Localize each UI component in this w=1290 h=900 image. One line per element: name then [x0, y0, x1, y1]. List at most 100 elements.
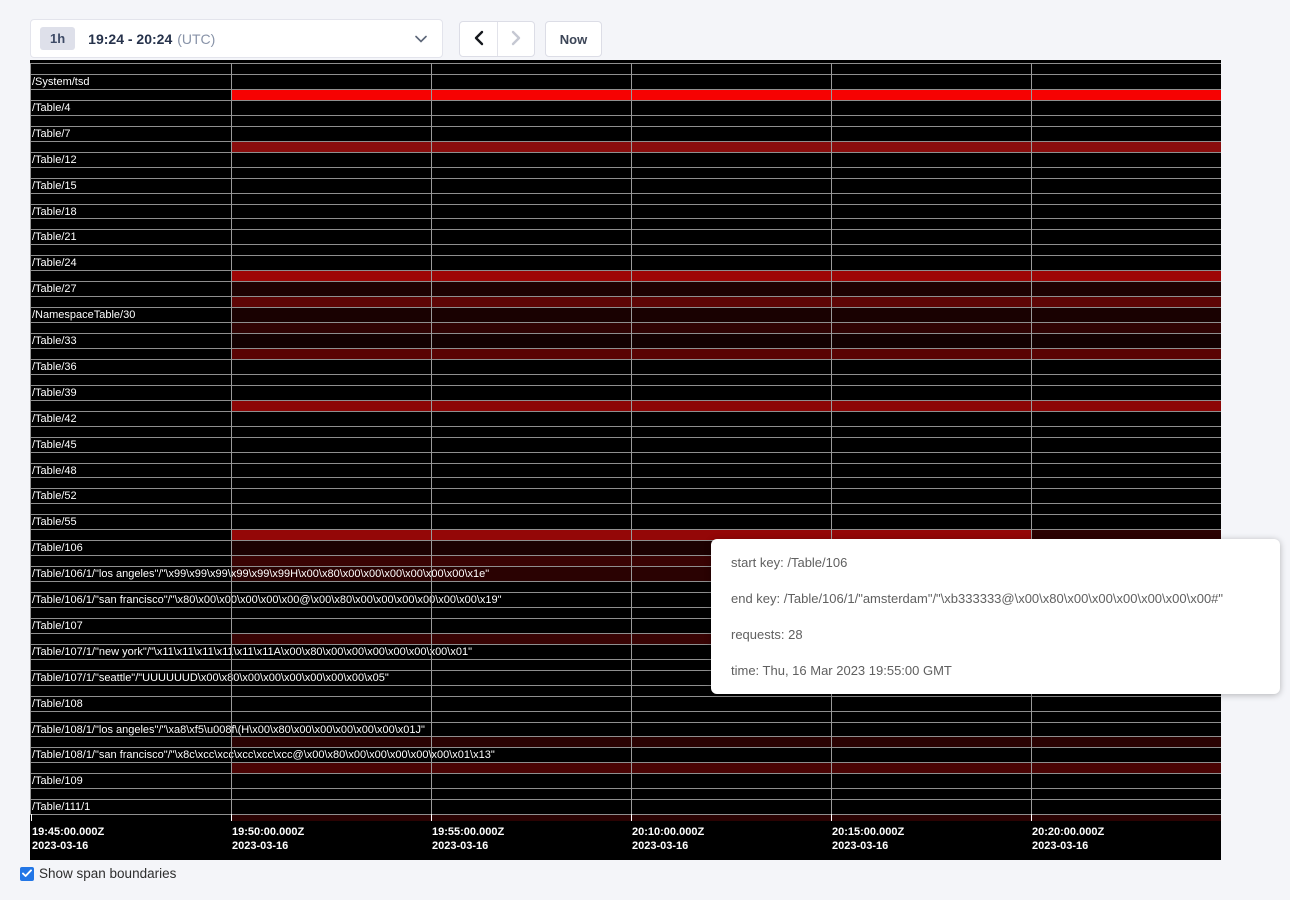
axis-tick-label: 20:15:00.000Z2023-03-16 — [832, 825, 904, 853]
row-label: /Table/12 — [32, 154, 77, 167]
heatmap-band[interactable] — [231, 815, 1221, 821]
span-boundary-line — [30, 178, 1221, 179]
span-boundary-line — [30, 359, 1221, 360]
span-boundary-line — [30, 204, 1221, 205]
row-label: /Table/108 — [32, 698, 83, 711]
span-boundary-line — [30, 477, 1221, 478]
span-boundary-line — [30, 488, 1221, 489]
span-boundary-line — [30, 463, 1221, 464]
time-gridline — [831, 63, 832, 814]
row-label: /Table/111/1 — [32, 801, 90, 814]
axis-tick-label: 20:10:00.000Z2023-03-16 — [632, 825, 704, 853]
axis-tick-label: 19:55:00.000Z2023-03-16 — [432, 825, 504, 853]
span-boundary-line — [30, 100, 1221, 101]
row-label: /Table/15 — [32, 180, 77, 193]
row-label: /Table/4 — [32, 102, 71, 115]
axis-tick-mark — [831, 814, 832, 821]
time-range-select[interactable]: 1h 19:24 - 20:24 (UTC) — [30, 19, 443, 58]
span-boundary-line — [30, 244, 1221, 245]
span-tooltip: start key: /Table/106 end key: /Table/10… — [711, 539, 1280, 694]
row-label: /Table/107/1/"seattle"/"UUUUUUD\x00\x80\… — [32, 672, 389, 685]
span-boundary-line — [30, 193, 1221, 194]
row-label: /Table/45 — [32, 439, 77, 452]
axis-tick-mark — [431, 814, 432, 821]
heatmap-row-tint — [231, 282, 1221, 296]
tooltip-end-key: end key: /Table/106/1/"amsterdam"/"\xb33… — [731, 591, 1272, 606]
time-gridline — [1031, 63, 1032, 814]
heatmap-band[interactable] — [231, 142, 1221, 152]
axis-tick-label: 19:50:00.000Z2023-03-16 — [232, 825, 304, 853]
chevron-right-icon — [511, 30, 522, 49]
row-label: /Table/106/1/"los angeles"/"\x99\x99\x99… — [32, 568, 489, 581]
row-label: /Table/52 — [32, 490, 77, 503]
row-label: /Table/109 — [32, 775, 83, 788]
span-boundary-line — [30, 63, 1221, 64]
row-label: /Table/7 — [32, 128, 71, 141]
heatmap-band[interactable] — [231, 401, 1221, 411]
row-label: /Table/107 — [32, 620, 83, 633]
tooltip-time: time: Thu, 16 Mar 2023 19:55:00 GMT — [731, 663, 1272, 678]
time-gridline — [631, 63, 632, 814]
row-label: /NamespaceTable/30 — [32, 309, 135, 322]
span-boundary-line — [30, 773, 1221, 774]
axis-tick-mark — [631, 814, 632, 821]
span-boundary-line — [30, 722, 1221, 723]
row-label: /Table/33 — [32, 335, 77, 348]
row-label: /Table/36 — [32, 361, 77, 374]
check-icon — [22, 865, 32, 883]
time-window-nav — [459, 21, 535, 57]
span-boundary-line — [30, 152, 1221, 153]
show-span-boundaries-label: Show span boundaries — [39, 866, 176, 881]
heatmap-band[interactable] — [231, 763, 1221, 773]
time-range-text: 19:24 - 20:24 — [88, 31, 172, 47]
time-gridline — [431, 63, 432, 814]
show-span-boundaries-checkbox[interactable] — [20, 867, 34, 881]
axis-tick-label: 20:20:00.000Z2023-03-16 — [1032, 825, 1104, 853]
span-boundary-line — [30, 788, 1221, 789]
previous-window-button[interactable] — [460, 22, 497, 56]
heatmap-band[interactable] — [231, 90, 1221, 100]
span-boundary-line — [30, 437, 1221, 438]
tooltip-requests: requests: 28 — [731, 627, 1272, 642]
span-boundary-line — [30, 74, 1221, 75]
span-boundary-line — [30, 115, 1221, 116]
row-label: /System/tsd — [32, 76, 89, 89]
span-boundary-line — [30, 218, 1221, 219]
axis-tick-mark — [31, 814, 32, 821]
heatmap-band[interactable] — [231, 349, 1221, 359]
span-boundary-line — [30, 696, 1221, 697]
heatmap-row-tint — [231, 308, 1221, 322]
span-boundary-line — [30, 374, 1221, 375]
span-boundary-line — [30, 503, 1221, 504]
next-window-button[interactable] — [497, 22, 534, 56]
span-boundary-line — [30, 799, 1221, 800]
span-boundary-line — [30, 711, 1221, 712]
span-boundary-line — [30, 411, 1221, 412]
row-label: /Table/55 — [32, 516, 77, 529]
heatmap-band[interactable] — [231, 323, 1221, 333]
row-label: /Table/107/1/"new york"/"\x11\x11\x11\x1… — [32, 646, 472, 659]
span-boundary-line — [30, 229, 1221, 230]
heatmap-band[interactable] — [231, 297, 1221, 307]
heatmap-band[interactable] — [231, 737, 1221, 747]
heatmap-band[interactable] — [231, 271, 1221, 281]
heatmap-row-tint — [231, 334, 1221, 348]
key-visualizer-canvas[interactable]: /System/tsd/Table/4/Table/7/Table/12/Tab… — [30, 60, 1221, 860]
span-boundary-line — [30, 385, 1221, 386]
row-label: /Table/21 — [32, 231, 77, 244]
chevron-left-icon — [473, 30, 484, 49]
time-range-duration-badge: 1h — [40, 27, 75, 50]
row-label: /Table/108/1/"san francisco"/"\x8c\xcc\x… — [32, 749, 495, 762]
now-button[interactable]: Now — [545, 21, 602, 57]
row-label: /Table/106 — [32, 542, 83, 555]
row-label: /Table/27 — [32, 283, 77, 296]
span-boundary-line — [30, 747, 1221, 748]
span-boundary-line — [30, 426, 1221, 427]
span-boundary-line — [30, 452, 1221, 453]
axis-tick-mark — [1031, 814, 1032, 821]
time-gridline — [231, 63, 232, 814]
span-boundary-line — [30, 255, 1221, 256]
span-boundary-line — [30, 167, 1221, 168]
tooltip-start-key: start key: /Table/106 — [731, 555, 1272, 570]
chevron-down-icon — [415, 35, 427, 43]
